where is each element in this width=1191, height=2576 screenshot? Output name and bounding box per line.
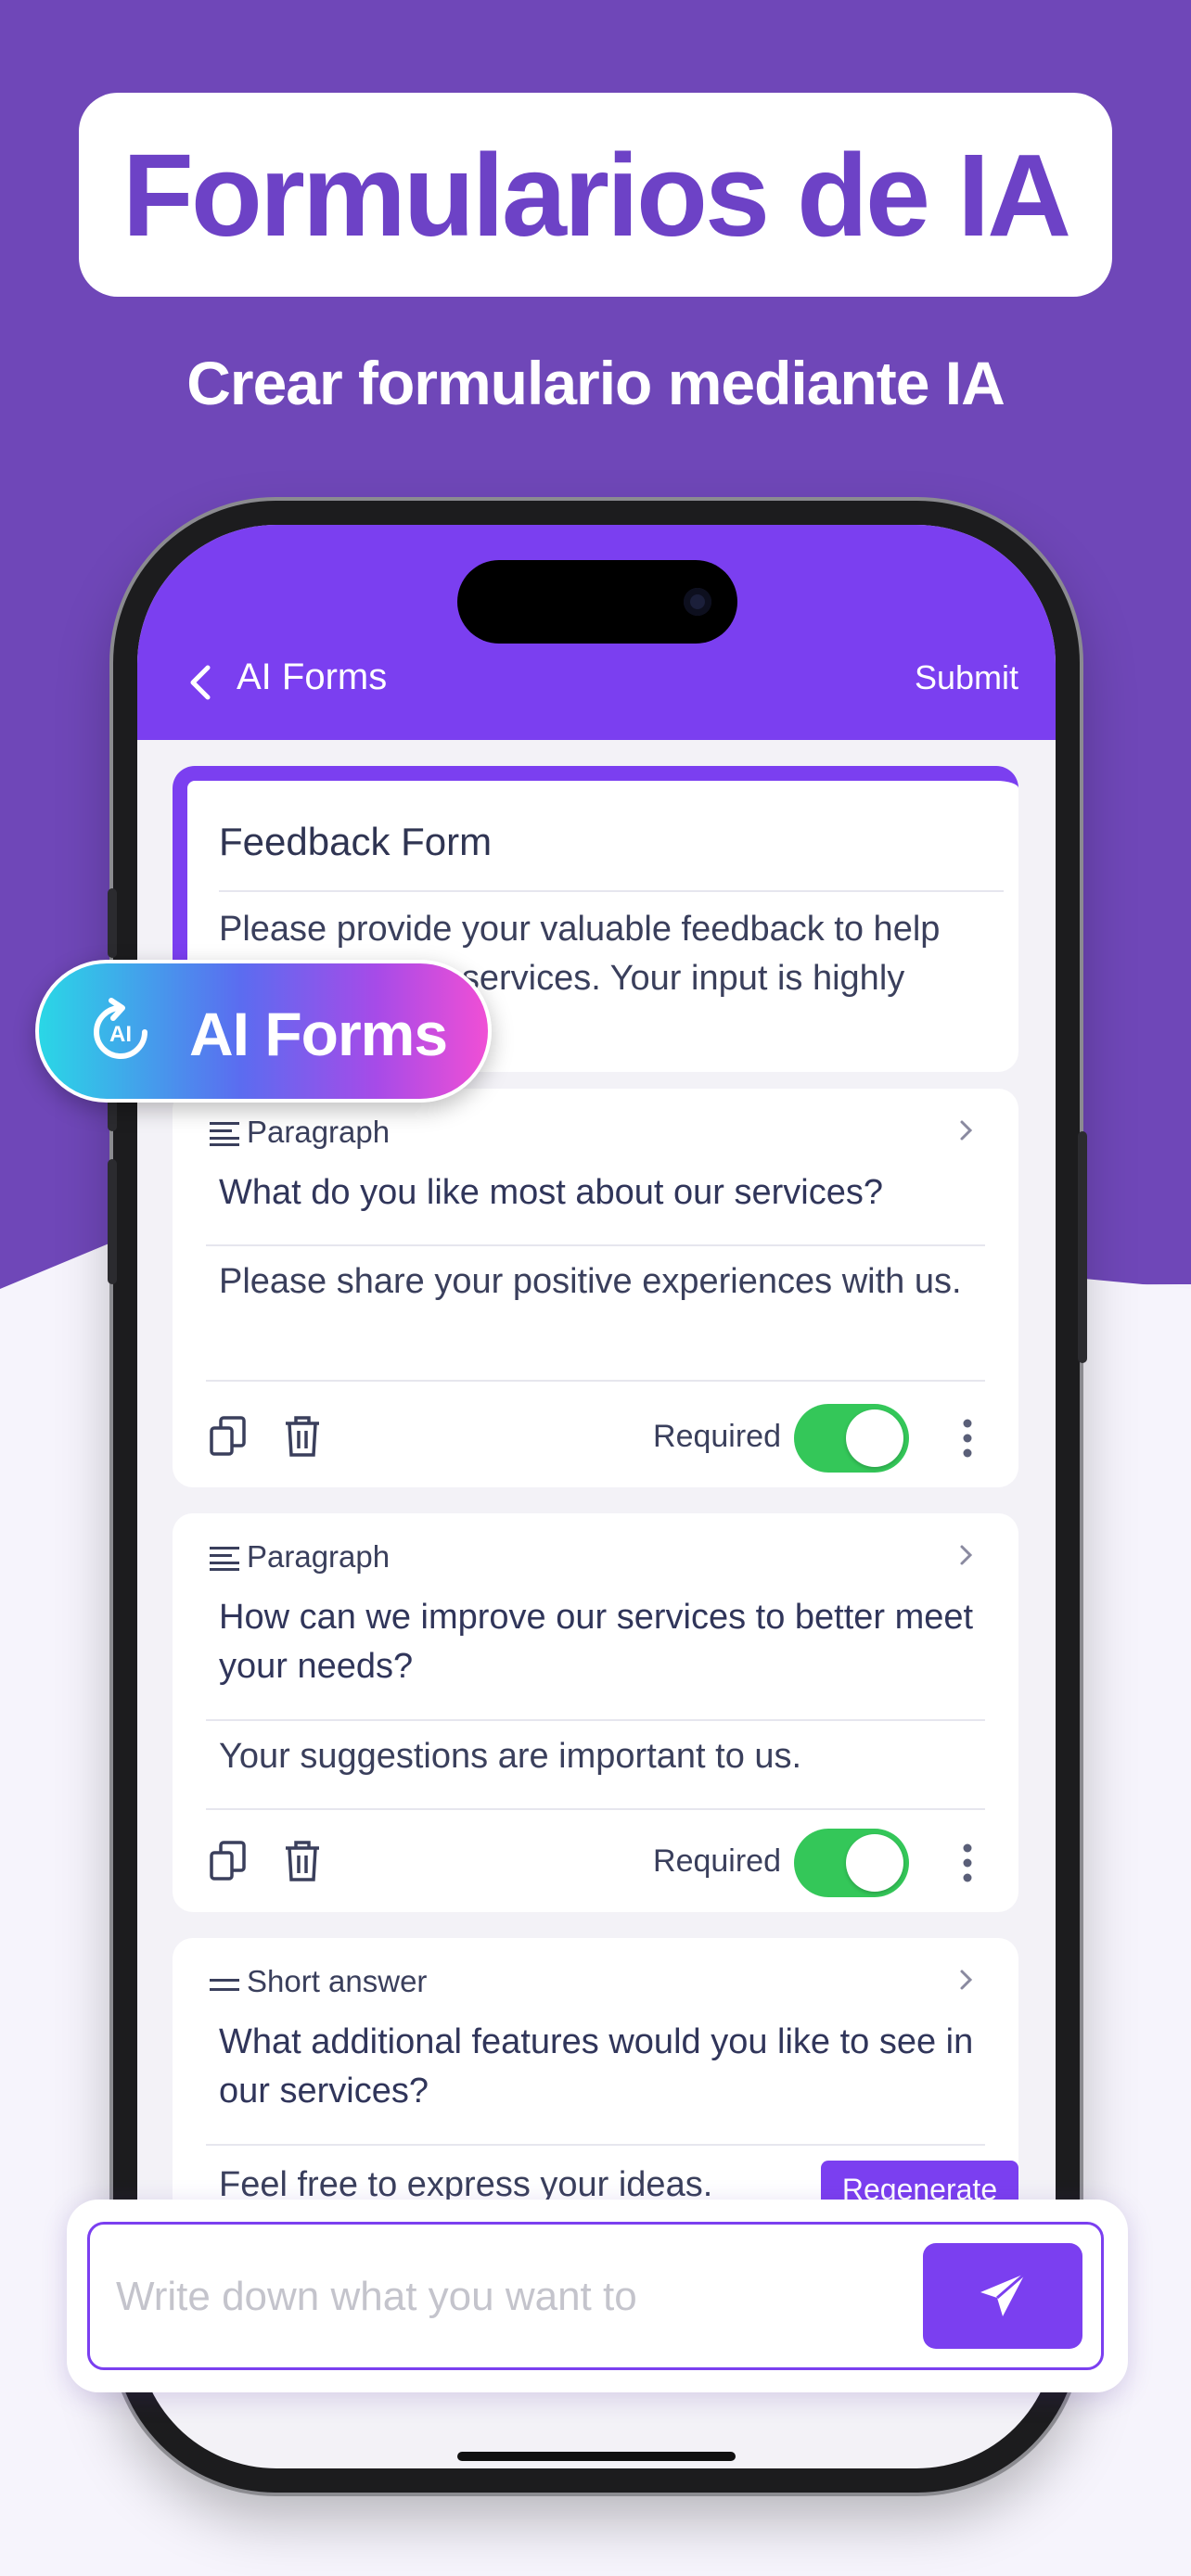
prompt-panel <box>67 2200 1128 2392</box>
question-card[interactable]: Paragraph What do you like most about ou… <box>173 1089 1018 1487</box>
chevron-right-icon[interactable] <box>957 1541 976 1569</box>
question-text[interactable]: How can we improve our services to bette… <box>219 1593 980 1691</box>
phone-screen: AI Forms Submit Feedback Form Please pro… <box>137 525 1056 2468</box>
nav-title: AI Forms <box>237 657 388 697</box>
divider <box>206 1719 985 1721</box>
required-label: Required <box>653 1843 781 1879</box>
required-toggle[interactable] <box>794 1404 909 1473</box>
paragraph-icon <box>210 1122 239 1146</box>
phone-volume-down <box>108 1159 117 1284</box>
ai-refresh-icon: AI <box>94 998 147 1059</box>
ai-forms-badge-label: AI Forms <box>189 1000 448 1068</box>
toggle-knob <box>846 1834 903 1892</box>
question-type-label: Short answer <box>247 1964 428 1998</box>
question-footer: Required <box>173 1398 1018 1476</box>
form-title[interactable]: Feedback Form <box>219 820 492 864</box>
divider <box>206 1380 985 1382</box>
divider <box>206 2144 985 2146</box>
ai-forms-badge: AI AI Forms <box>35 960 492 1103</box>
question-type-label: Paragraph <box>247 1539 391 1574</box>
paragraph-icon <box>210 1547 239 1571</box>
question-type-label: Paragraph <box>247 1115 391 1149</box>
question-card[interactable]: Paragraph How can we improve our service… <box>173 1513 1018 1912</box>
question-text[interactable]: What additional features would you like … <box>219 2018 980 2116</box>
back-button[interactable] <box>182 655 219 710</box>
home-indicator <box>457 2452 736 2461</box>
phone-power-button <box>1078 1131 1087 1363</box>
phone-side-button <box>108 888 117 958</box>
more-options-icon[interactable] <box>963 1417 972 1460</box>
question-hint[interactable]: Please share your positive experiences w… <box>219 1257 989 1307</box>
page-subtitle: Crear formulario mediante IA <box>186 349 1005 417</box>
submit-button[interactable]: Submit <box>915 658 1018 697</box>
camera-icon <box>684 588 711 616</box>
dynamic-island <box>457 560 737 644</box>
page-title: Formularios de IA <box>122 129 1071 261</box>
toggle-knob <box>846 1409 903 1467</box>
chevron-right-icon[interactable] <box>957 1966 976 1994</box>
chevron-left-icon <box>190 665 211 700</box>
title-banner: Formularios de IA <box>79 93 1112 297</box>
copy-icon[interactable] <box>208 1415 247 1458</box>
copy-icon[interactable] <box>208 1840 247 1882</box>
divider <box>206 1244 985 1246</box>
ai-icon-text: AI <box>109 1022 132 1047</box>
more-options-icon[interactable] <box>963 1842 972 1884</box>
send-icon <box>980 2272 1026 2316</box>
required-label: Required <box>653 1419 781 1454</box>
trash-icon[interactable] <box>284 1840 321 1882</box>
send-button[interactable] <box>923 2243 1082 2349</box>
chevron-right-icon[interactable] <box>957 1116 976 1144</box>
trash-icon[interactable] <box>284 1415 321 1458</box>
question-hint[interactable]: Your suggestions are important to us. <box>219 1732 989 1781</box>
required-toggle[interactable] <box>794 1829 909 1897</box>
prompt-box <box>87 2222 1104 2370</box>
short-answer-icon <box>210 1979 239 1991</box>
divider <box>206 1808 985 1810</box>
prompt-input[interactable] <box>116 2260 895 2334</box>
question-text[interactable]: What do you like most about our services… <box>219 1168 980 1218</box>
app-header: AI Forms Submit <box>137 525 1056 740</box>
divider <box>219 890 1004 892</box>
question-footer: Required <box>173 1823 1018 1901</box>
